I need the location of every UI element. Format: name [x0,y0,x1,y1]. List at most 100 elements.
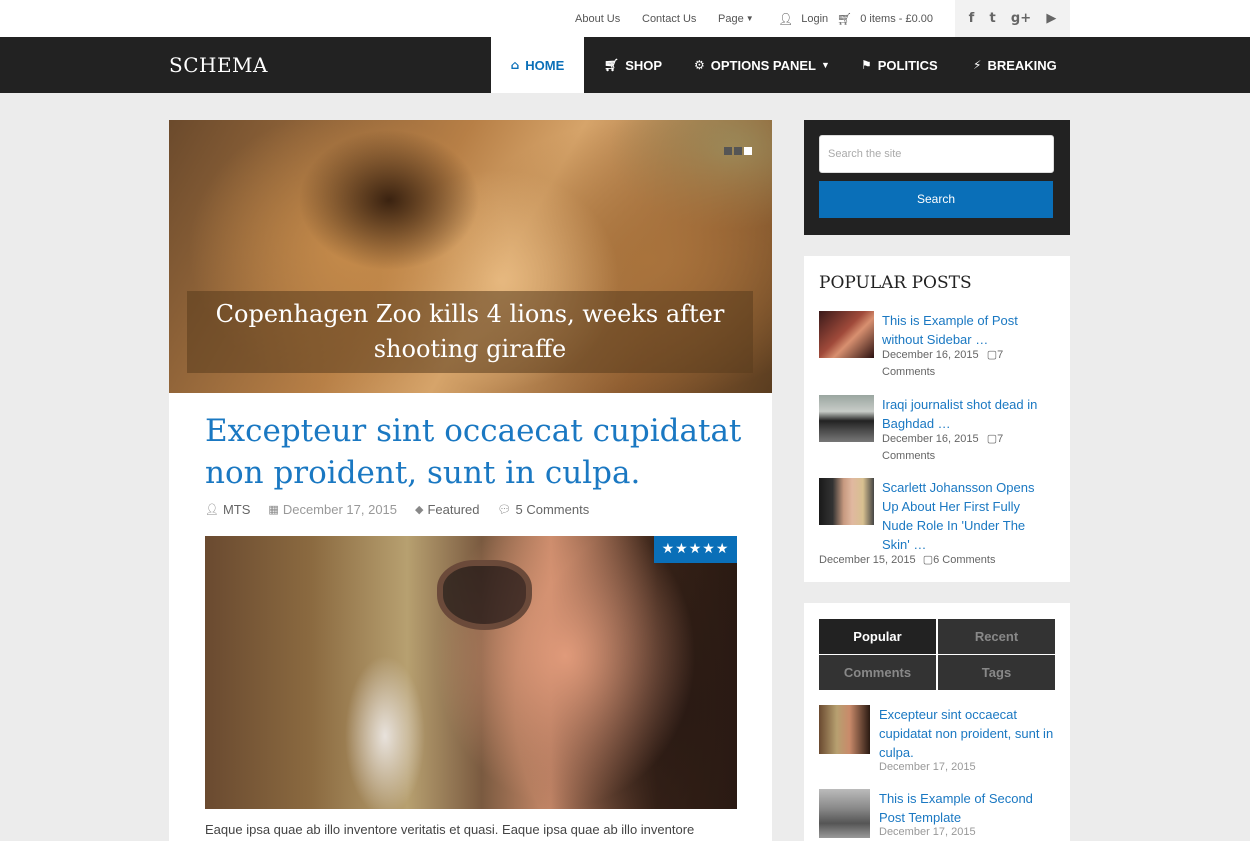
top-link-contact[interactable]: Contact Us [642,0,696,37]
main-nav: SCHEMA ⌂ HOME 🛒︎ SHOP ⚙ OPTIONS PANEL ▼ ⚑ PO… [0,37,1250,93]
post-author[interactable]: 👤︎ MTS [205,502,250,517]
login-label[interactable]: Login [801,13,828,25]
nav-breaking[interactable]: ⚡︎ BREAKING [973,37,1057,93]
cart-icon: 🛒︎ [604,58,620,72]
user-icon: 👤︎ [205,503,219,516]
slider-dot-active[interactable] [744,147,752,155]
post-comments[interactable]: 💬︎ 5 Comments [498,502,590,517]
calendar-icon: ▦ [268,503,279,516]
top-link-about[interactable]: About Us [575,0,620,37]
tab-item-title[interactable]: This is Example of Second Post Template [879,789,1054,827]
widget-title: POPULAR POSTS [819,273,972,293]
top-link-contact-label[interactable]: Contact Us [642,13,696,25]
tab-comments[interactable]: Comments [819,655,936,690]
post-date: ▦ December 17, 2015 [268,502,397,517]
post-meta: 👤︎ MTS ▦ December 17, 2015 ◆ Featured 💬︎ 5 C… [205,502,589,517]
popular-post-meta: December 16, 2015 ▢7 Comments [882,347,1057,381]
tab-item-title[interactable]: Excepteur sint occaecat cupidatat non pr… [879,705,1054,762]
comment-icon: ▢ [986,349,998,361]
slider-pagination [724,147,752,155]
tab-list-item[interactable]: Excepteur sint occaecat cupidatat non pr… [819,705,1059,781]
nav-home-label: HOME [525,57,565,73]
tab-recent[interactable]: Recent [938,619,1055,654]
nav-options-panel[interactable]: ⚙ OPTIONS PANEL ▼ [694,37,830,93]
post-thumbnail[interactable] [819,395,874,442]
youtube-icon[interactable]: ▶ [1046,11,1056,26]
top-link-about-label[interactable]: About Us [575,13,620,25]
tab-item-date: December 17, 2015 [879,761,976,773]
popular-post-date: December 15, 2015 [819,554,916,566]
popular-post-item[interactable]: This is Example of Post without Sidebar … [819,311,1059,381]
popular-posts-widget: POPULAR POSTS This is Example of Post wi… [804,256,1070,582]
post-featured-image[interactable]: ★★★★★ [205,536,737,809]
popular-post-item[interactable]: Scarlett Johansson Opens Up About Her Fi… [819,478,1059,568]
popular-post-comments[interactable]: 6 Comments [933,554,995,566]
tabs-widget: Popular Recent Comments Tags Excepteur s… [804,603,1070,841]
nav-politics-label: POLITICS [877,57,938,73]
tab-item-date: December 17, 2015 [879,826,976,838]
search-widget: Search the site Search [804,120,1070,235]
gears-icon: ⚙ [694,58,705,72]
post-excerpt: Eaque ipsa quae ab illo inventore verita… [205,822,695,837]
user-icon: 👤︎ [778,11,794,26]
tab-tags[interactable]: Tags [938,655,1055,690]
main-content: Copenhagen Zoo kills 4 lions, weeks afte… [169,120,772,841]
popular-post-comments[interactable]: 7 [997,349,1003,361]
post-thumbnail[interactable] [819,478,874,525]
image-sunglasses [437,560,532,630]
cart-link[interactable]: 🛒︎ 0 items - £0.00 [837,0,933,37]
tab-list-item[interactable]: This is Example of Second Post Template … [819,789,1059,841]
popular-post-title[interactable]: Iraqi journalist shot dead in Baghdad … [882,395,1052,433]
comment-icon: ▢ [986,433,998,445]
caret-down-icon: ▼ [820,60,830,70]
popular-post-comments-label[interactable]: Comments [882,450,935,462]
slider-dot[interactable] [734,147,742,155]
login-link[interactable]: 👤︎ Login [778,0,828,37]
slider-dot[interactable] [724,147,732,155]
post-author-label[interactable]: MTS [223,502,250,517]
top-link-page-label[interactable]: Page [718,13,744,25]
bolt-icon: ⚡︎ [973,58,982,72]
twitter-icon[interactable]: t [989,11,995,26]
post-thumbnail[interactable] [819,705,870,754]
nav-shop[interactable]: 🛒︎ SHOP [604,37,662,93]
popular-post-meta: December 16, 2015 ▢7 Comments [882,431,1057,465]
slider-caption[interactable]: Copenhagen Zoo kills 4 lions, weeks afte… [187,291,753,373]
post-thumbnail[interactable] [819,311,874,358]
popular-post-title[interactable]: Scarlett Johansson Opens Up About Her Fi… [882,478,1052,554]
tab-popular[interactable]: Popular [819,619,936,654]
post-category-label[interactable]: Featured [427,502,479,517]
search-input[interactable]: Search the site [819,135,1054,173]
tag-icon: ◆ [415,503,424,516]
popular-post-meta: December 15, 2015 ▢6 Comments [819,552,1059,569]
star-rating: ★★★★★ [654,536,737,563]
nav-home[interactable]: ⌂ HOME [491,37,584,93]
nav-politics[interactable]: ⚑ POLITICS [861,37,938,93]
facebook-icon[interactable]: f [969,11,975,26]
post-date-label: December 17, 2015 [282,502,398,517]
nav-shop-label: SHOP [625,57,663,73]
cart-label[interactable]: 0 items - £0.00 [860,13,933,25]
caret-down-icon: ▼ [745,14,754,23]
top-bar: About Us Contact Us Page ▼ 👤︎ Login 🛒︎ 0… [0,0,1250,37]
post-category[interactable]: ◆ Featured [415,502,480,517]
post-comments-label[interactable]: 5 Comments [516,502,590,517]
search-button[interactable]: Search [819,181,1053,218]
post-title[interactable]: Excepteur sint occaecat cupidatat non pr… [205,410,745,494]
top-link-page[interactable]: Page ▼ [718,0,754,37]
featured-slider[interactable]: Copenhagen Zoo kills 4 lions, weeks afte… [169,120,772,393]
google-plus-icon[interactable]: g+ [1011,11,1031,26]
cart-icon: 🛒︎ [837,11,853,26]
popular-post-comments-label[interactable]: Comments [882,366,935,378]
nav-breaking-label: BREAKING [987,57,1057,73]
site-logo[interactable]: SCHEMA [169,37,268,93]
popular-post-date: December 16, 2015 [882,433,979,445]
comments-icon: 💬︎ [497,503,512,516]
popular-post-comments[interactable]: 7 [997,433,1003,445]
post-thumbnail[interactable] [819,789,870,838]
social-links: f t g+ ▶ [955,0,1070,37]
popular-post-item[interactable]: Iraqi journalist shot dead in Baghdad … … [819,395,1059,465]
popular-post-title[interactable]: This is Example of Post without Sidebar … [882,311,1052,349]
nav-options-label: OPTIONS PANEL [710,57,816,73]
comment-icon: ▢ [922,554,934,566]
